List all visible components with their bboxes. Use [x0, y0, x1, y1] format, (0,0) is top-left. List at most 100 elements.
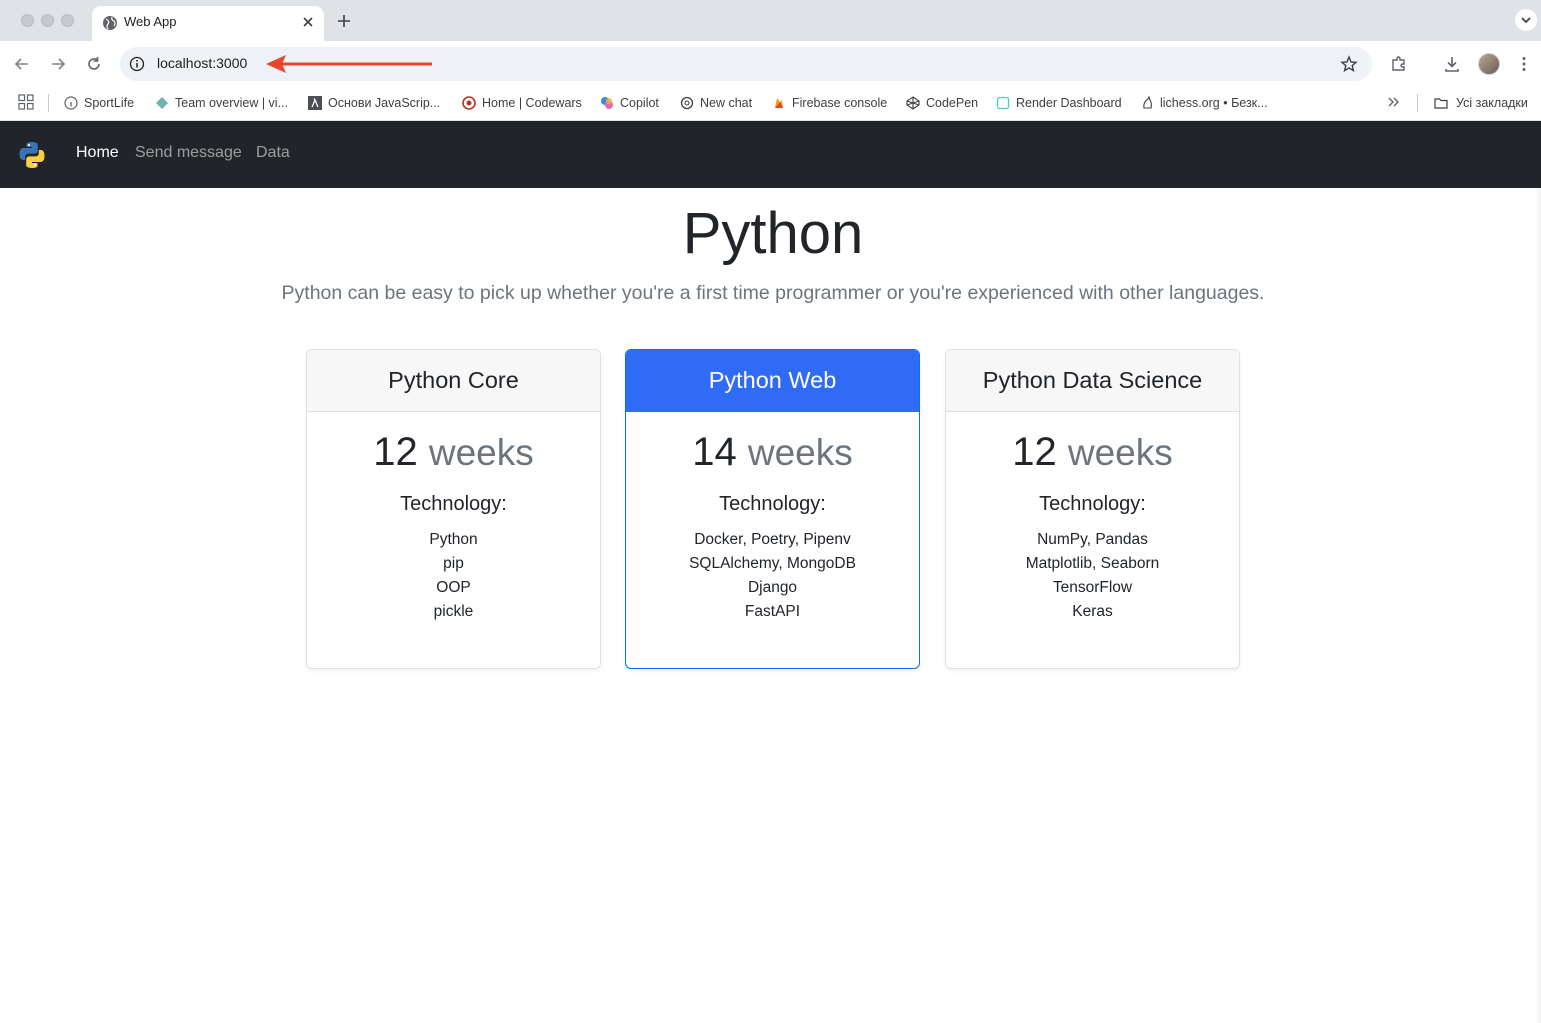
duration-value: 12: [373, 430, 418, 474]
bookmark-codewars[interactable]: Home | Codewars: [462, 92, 582, 114]
list-item: NumPy, Pandas: [1037, 531, 1148, 548]
bookmarks-separator: [1417, 94, 1418, 112]
page-lead: Python can be easy to pick up whether yo…: [281, 282, 1265, 304]
apps-grid-icon[interactable]: [18, 94, 34, 110]
flame-icon: [775, 98, 783, 108]
codewars-icon: [462, 96, 476, 110]
list-item: OOP: [436, 579, 471, 596]
bookmark-label: Render Dashboard: [1016, 96, 1122, 110]
codepen-icon: [906, 96, 920, 110]
globe-icon: [103, 16, 117, 30]
kebab-menu-icon[interactable]: [1514, 54, 1534, 74]
list-item: TensorFlow: [1052, 579, 1133, 596]
list-item: pickle: [433, 603, 474, 620]
profile-avatar[interactable]: [1478, 53, 1500, 75]
forward-arrow-icon[interactable]: [48, 54, 68, 74]
bookmark-star-icon[interactable]: [1340, 55, 1358, 73]
course-card-data-science: Python Data Science 12 weeks Technology:…: [945, 349, 1240, 669]
window-close-button[interactable]: [21, 14, 34, 27]
bookmarks-separator: [48, 94, 49, 112]
list-item: pip: [443, 555, 464, 572]
technology-list: Python pip OOP pickle: [307, 528, 600, 624]
technology-heading: Technology:: [719, 493, 826, 515]
window-edge-shadow: [1535, 188, 1541, 1023]
window-zoom-button[interactable]: [61, 14, 74, 27]
lichess-icon: [1143, 96, 1152, 109]
bookmark-firebase[interactable]: Firebase console: [772, 92, 887, 114]
duration-value: 14: [692, 430, 737, 474]
browser-tab[interactable]: Web App: [92, 6, 324, 41]
page-title: Python: [682, 201, 864, 266]
card-title: Python Data Science: [946, 350, 1239, 412]
new-tab-plus-icon[interactable]: [334, 11, 354, 31]
duration-unit: weeks: [428, 432, 534, 473]
bookmark-lichess[interactable]: lichess.org • Безк...: [1140, 92, 1268, 114]
bookmark-label: Copilot: [620, 96, 659, 110]
copilot-icon: [601, 97, 613, 109]
bookmark-label: Home | Codewars: [482, 96, 582, 110]
bookmark-label: Основи JavaScrip...: [328, 96, 441, 110]
list-item: Keras: [1072, 603, 1113, 620]
info-circle-icon: [64, 96, 78, 110]
tab-title: Web App: [124, 14, 177, 29]
python-logo-icon[interactable]: [17, 140, 47, 170]
lambda-icon: [308, 96, 322, 110]
reload-icon[interactable]: [84, 54, 104, 74]
list-item: Django: [747, 579, 798, 596]
bookmark-team-overview[interactable]: Team overview | vi...: [155, 92, 288, 114]
technology-heading: Technology:: [1039, 493, 1146, 515]
bookmark-codepen[interactable]: CodePen: [906, 92, 978, 114]
bookmark-render[interactable]: Render Dashboard: [996, 92, 1122, 114]
list-item: Docker, Poetry, Pipenv: [694, 531, 851, 548]
duration-unit: weeks: [747, 432, 853, 473]
tab-strip: Web App: [0, 0, 1541, 41]
address-url[interactable]: localhost:3000: [157, 55, 247, 71]
nav-link-send-message[interactable]: Send message: [135, 144, 242, 162]
chevron-double-right-icon[interactable]: [1386, 94, 1402, 110]
bookmark-label: lichess.org • Безк...: [1160, 96, 1268, 110]
diamond-icon: [156, 97, 168, 109]
card-duration: 14 weeks: [626, 428, 919, 477]
duration-unit: weeks: [1067, 432, 1173, 473]
bookmark-label: New chat: [700, 96, 753, 110]
bookmark-label: CodePen: [926, 96, 979, 110]
card-duration: 12 weeks: [946, 428, 1239, 477]
download-icon[interactable]: [1442, 54, 1462, 74]
list-item: Matplotlib, Seaborn: [1025, 555, 1160, 572]
bookmarks-bar: SportLife Team overview | vi... Основи J…: [0, 87, 1541, 121]
technology-heading: Technology:: [400, 493, 507, 515]
window-minimize-button[interactable]: [41, 14, 54, 27]
close-icon[interactable]: [300, 14, 316, 30]
list-item: SQLAlchemy, MongoDB: [689, 555, 856, 572]
all-bookmarks[interactable]: Усі закладки: [1434, 92, 1528, 114]
chevron-down-icon: [1521, 17, 1531, 24]
bookmark-label: SportLife: [84, 96, 135, 110]
course-card-core: Python Core 12 weeks Technology: Python …: [306, 349, 601, 669]
render-icon: [996, 96, 1010, 110]
duration-value: 12: [1012, 430, 1057, 474]
folder-icon: [1434, 98, 1448, 109]
card-title: Python Core: [307, 350, 600, 412]
card-title: Python Web: [626, 350, 919, 412]
nav-link-data[interactable]: Data: [256, 144, 290, 162]
technology-list: Docker, Poetry, Pipenv SQLAlchemy, Mongo…: [626, 528, 919, 624]
card-duration: 12 weeks: [307, 428, 600, 477]
course-card-web: Python Web 14 weeks Technology: Docker, …: [625, 349, 920, 669]
all-bookmarks-label: Усі закладки: [1456, 96, 1528, 110]
back-arrow-icon[interactable]: [12, 54, 32, 74]
bookmark-label: Firebase console: [792, 96, 888, 110]
bookmark-sportlife[interactable]: SportLife: [64, 92, 134, 114]
bookmark-copilot[interactable]: Copilot: [600, 92, 659, 114]
browser-toolbar: localhost:3000: [0, 41, 1541, 87]
bookmark-javascript[interactable]: Основи JavaScrip...: [308, 92, 440, 114]
nav-link-home[interactable]: Home: [76, 144, 119, 162]
site-info-icon[interactable]: [129, 56, 145, 72]
openai-icon: [680, 96, 694, 110]
extensions-puzzle-icon[interactable]: [1389, 54, 1409, 74]
tab-search-button[interactable]: [1515, 9, 1537, 31]
list-item: FastAPI: [744, 603, 801, 620]
annotation-arrow: [266, 55, 432, 73]
bookmark-label: Team overview | vi...: [175, 96, 289, 110]
site-navbar: Home Send message Data: [0, 121, 1541, 188]
bookmark-new-chat[interactable]: New chat: [680, 92, 752, 114]
